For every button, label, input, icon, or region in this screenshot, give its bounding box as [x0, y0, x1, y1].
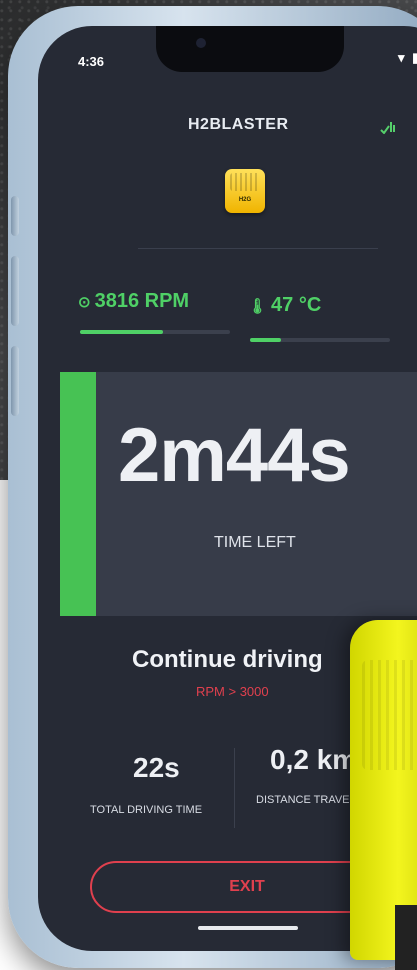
gauge-icon: ⊙: [78, 294, 91, 311]
distance-label: DISTANCE TRAVELL: [256, 794, 362, 806]
device-badge-label: H2G: [238, 197, 252, 203]
device-badge: H2G: [225, 169, 265, 213]
temperature-progress-bar: [250, 338, 390, 342]
temperature-value: 47 °C: [271, 294, 322, 316]
signal-check-icon[interactable]: [380, 120, 396, 137]
distance-value: 0,2 km: [270, 744, 358, 775]
status-bar-time: 4:36: [78, 54, 105, 69]
camera-icon: [196, 38, 206, 48]
temperature-progress-fill: [250, 338, 281, 342]
time-left-value: 2m44s: [118, 413, 351, 498]
instruction-condition: RPM > 3000: [196, 684, 269, 699]
phone-side-button: [11, 196, 19, 236]
total-driving-time-label: TOTAL DRIVING TIME: [90, 804, 203, 816]
instruction-title: Continue driving: [132, 646, 323, 673]
phone-volume-up-button: [11, 256, 19, 326]
rpm-progress-fill: [80, 330, 163, 334]
phone-notch: [156, 26, 344, 72]
device-base: [395, 905, 417, 970]
divider: [138, 248, 378, 249]
thermometer-icon: 🌡︎: [248, 298, 268, 315]
device-ribbing: [362, 660, 417, 770]
timer-panel: 2m44s TIME LEFT: [60, 372, 417, 616]
time-left-label: TIME LEFT: [214, 534, 296, 551]
total-driving-time-value: 22s: [133, 752, 180, 783]
rpm-progress-bar: [80, 330, 230, 334]
device-grille: [230, 173, 260, 191]
wifi-battery-icon: ▾ ▮: [398, 50, 417, 65]
rpm-readout: ⊙ 3816 RPM: [78, 290, 189, 313]
timer-status-accent: [60, 372, 96, 616]
app-title: H2BLASTER: [188, 116, 289, 133]
stats-divider: [234, 748, 235, 828]
product-photo-scene: 4:36 ▾ ▮ H2BLASTER H2G ⊙3816 RPM 🌡︎47 °C: [0, 0, 417, 970]
home-indicator[interactable]: [198, 926, 298, 930]
phone-volume-down-button: [11, 346, 19, 416]
rpm-value: 3816 RPM: [94, 290, 190, 312]
temperature-readout: 🌡︎ 47 °C: [248, 294, 321, 317]
